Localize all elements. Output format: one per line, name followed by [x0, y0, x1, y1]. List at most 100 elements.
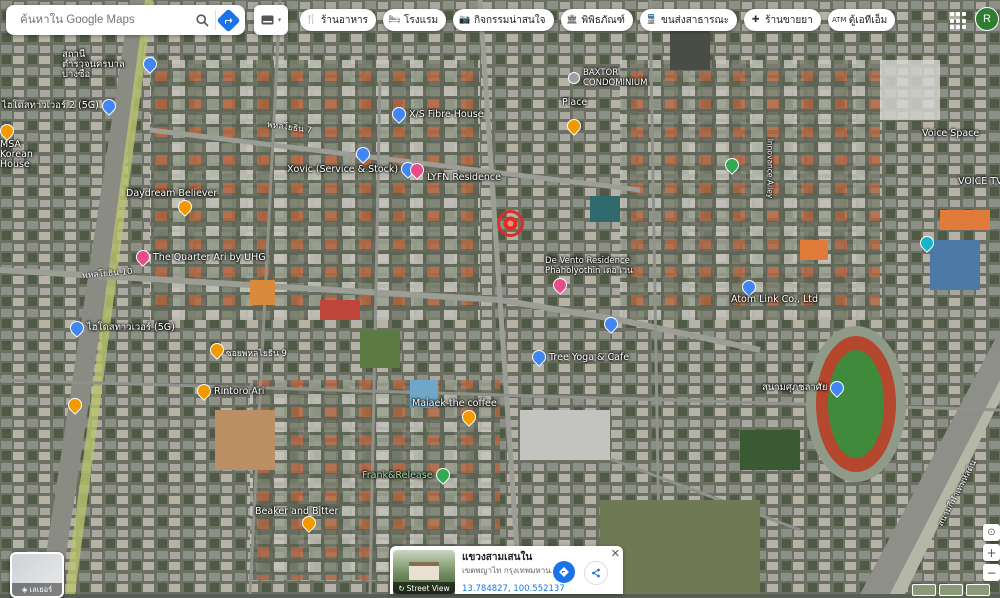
poi-hydo-tower[interactable]: ไฮโดสทาวเวอร์ (5G) [67, 317, 175, 338]
poi-orange-2[interactable] [65, 395, 85, 415]
bar-icon [299, 513, 319, 533]
location-info-card[interactable]: ↻ Street View แขวงสามเสนใน เขตพญาไท กรุง… [390, 546, 623, 594]
directions-button[interactable] [216, 7, 241, 33]
poi-police[interactable]: สถานีตำรวจนครบาล บางซื่อ [62, 50, 142, 80]
account-avatar[interactable]: R [975, 7, 999, 31]
chip-atms[interactable]: ATM ตู้เอทีเอ็ม [827, 9, 896, 31]
map-type-thumbnails [912, 584, 990, 596]
poi-blue-1[interactable] [601, 314, 621, 334]
antenna-icon [98, 95, 119, 116]
category-chips: 🍴 ร้านอาหาร 🛏 โรงแรม 📷 กิจกรรมน่าสนใจ 🏛 พิพิ… [300, 9, 896, 31]
restaurant-icon [207, 340, 227, 360]
hotel-icon: 🛏 [388, 15, 401, 25]
poi-yellow-left[interactable] [0, 121, 17, 141]
poi-beaker[interactable]: Beaker and Bitter [255, 506, 338, 517]
cafe-icon [175, 197, 195, 217]
hotel-icon [133, 247, 153, 267]
chip-transit[interactable]: 🚆 ขนส่งสาธารณะ [639, 9, 738, 31]
poi-xovic[interactable]: Xovic (Service & Stock) [287, 159, 418, 179]
park-icon [432, 465, 453, 485]
chip-attractions[interactable]: 📷 กิจกรรมน่าสนใจ [453, 9, 554, 31]
chip-museums[interactable]: 🏛 พิพิธภัณฑ์ [560, 9, 633, 31]
location-subtitle: เขตพญาไท กรุงเทพมหาน... [462, 566, 552, 575]
restaurant-icon: 🍴 [305, 15, 318, 25]
search-button[interactable] [189, 7, 215, 33]
restaurant-icon [65, 395, 85, 415]
search-icon [195, 13, 209, 27]
transit-icon: 🚆 [645, 15, 658, 25]
directions-button[interactable] [553, 561, 575, 583]
poi-hydo-tower-2[interactable]: ไฮโดสทาวเวอร์ 2 (5G) [2, 95, 119, 116]
close-icon[interactable]: ✕ [611, 547, 620, 560]
shop-icon [353, 144, 373, 164]
poi-teal[interactable] [917, 233, 937, 253]
poi-voice-space[interactable]: Voice Space [922, 128, 979, 139]
layers-toggle-button[interactable]: ▾ [254, 5, 288, 35]
chevron-down-icon: ▾ [277, 16, 282, 24]
poi-atom-link-label[interactable]: Atom Link Co., Ltd [731, 294, 818, 305]
poi-baxtor[interactable]: BAXTOR CONDOMINIUM [568, 68, 663, 88]
hotel-icon [550, 275, 570, 295]
layers-icon: ◈ [21, 585, 28, 594]
poi-maiaek-pin[interactable] [459, 407, 479, 427]
satellite-map[interactable]: BAXTOR CONDOMINIUM X/S Fibre House Xovic… [0, 0, 1000, 594]
poi-voice-tv[interactable]: VOICE TV [958, 176, 1000, 187]
chip-restaurants[interactable]: 🍴 ร้านอาหาร [300, 9, 377, 31]
poi-stadium[interactable]: สนามศุภชลาศัย [762, 377, 848, 398]
location-coordinates[interactable]: 13.784827, 100.552137 [462, 584, 565, 594]
selected-location-marker[interactable] [496, 209, 525, 238]
cafe-icon [459, 407, 479, 427]
apps-grid-button[interactable] [948, 10, 970, 32]
search-box[interactable] [6, 5, 245, 35]
poi-orange[interactable] [207, 340, 227, 360]
share-icon [592, 568, 600, 578]
share-button[interactable] [584, 561, 608, 585]
zoom-in-button[interactable]: + [983, 544, 1000, 561]
poi-xs-fibre[interactable]: X/S Fibre House [389, 104, 484, 124]
poi-daydream-pin[interactable] [175, 197, 195, 217]
map-type-thumb[interactable] [912, 584, 936, 596]
my-location-button[interactable]: ⊙ [983, 524, 1000, 541]
zoom-out-button[interactable]: − [983, 564, 1000, 581]
poi-de-vento-pin[interactable] [550, 275, 570, 295]
police-icon [140, 54, 160, 74]
poi-police-pin[interactable] [140, 54, 160, 74]
streetview-label: ↻ Street View [393, 582, 455, 594]
map-controls: ⊙ + − [983, 524, 1000, 581]
poi-atom-link[interactable] [739, 277, 759, 297]
yoga-icon [529, 347, 549, 367]
streetview-icon: ↻ [398, 583, 405, 593]
poi-de-vento[interactable]: De Vento Residence Phaholyothin เดอ เวน [545, 256, 645, 276]
hotel-icon [407, 159, 427, 180]
poi-msa-korean[interactable]: MSA Korean House [0, 140, 50, 170]
crosshair-icon: ⊙ [987, 527, 996, 538]
plus-icon: + [986, 545, 997, 560]
poi-tree-yoga[interactable]: Tree Yoga & Cafe [529, 347, 629, 367]
road-label: ซอยพหลโยธิน 9 [226, 349, 287, 359]
search-input[interactable] [18, 13, 189, 27]
poi-lyfn[interactable]: LYFN Residence [407, 156, 501, 183]
poi-blue-2[interactable] [353, 144, 373, 164]
shop-icon [601, 314, 621, 334]
poi-maiaek[interactable]: Maiaek the coffee [412, 398, 497, 409]
poi-daydream[interactable]: Daydream Believer [126, 188, 217, 199]
poi-place-pin[interactable] [564, 116, 584, 136]
chip-hotels[interactable]: 🛏 โรงแรม [383, 9, 447, 31]
poi-innovance[interactable]: Innovance Alley [740, 139, 800, 199]
building-icon [568, 72, 580, 84]
minus-icon: − [986, 565, 997, 580]
poi-green[interactable] [722, 155, 742, 175]
poi-beaker-pin[interactable] [299, 513, 319, 533]
poi-quarter-uhg[interactable]: The Quarter Ari by UHG [133, 247, 266, 267]
map-type-thumb[interactable] [966, 584, 990, 596]
location-title: แขวงสามเสนใน [462, 552, 533, 563]
poi-frank-release[interactable]: Frank&Release [362, 465, 453, 485]
keyboard-icon [261, 15, 274, 25]
chip-pharmacies[interactable]: ✚ ร้านขายยา [744, 9, 821, 31]
poi-rintoro[interactable]: Rintoro Ari [194, 381, 264, 401]
camera-icon: 📷 [458, 15, 471, 25]
layers-button[interactable]: ◈ เลเยอร์ [10, 552, 64, 598]
poi-place[interactable]: Place [562, 97, 587, 108]
map-type-thumb[interactable] [939, 584, 963, 596]
antenna-icon [67, 317, 87, 338]
